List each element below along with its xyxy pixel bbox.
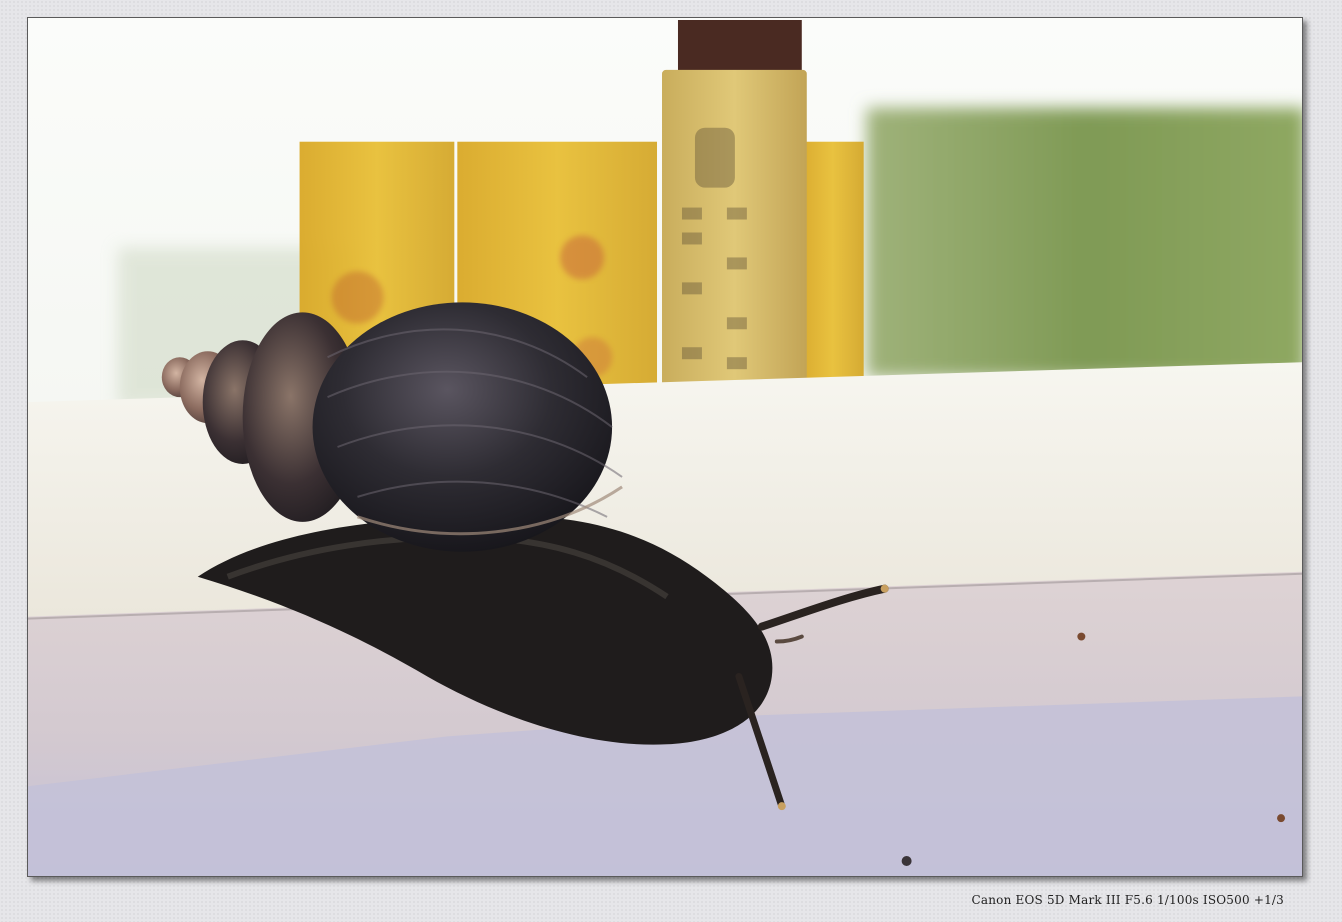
exif-caption: Canon EOS 5D Mark III F5.6 1/100s ISO500… <box>971 893 1284 907</box>
photo-frame <box>27 17 1303 877</box>
snail-photo <box>28 18 1302 876</box>
